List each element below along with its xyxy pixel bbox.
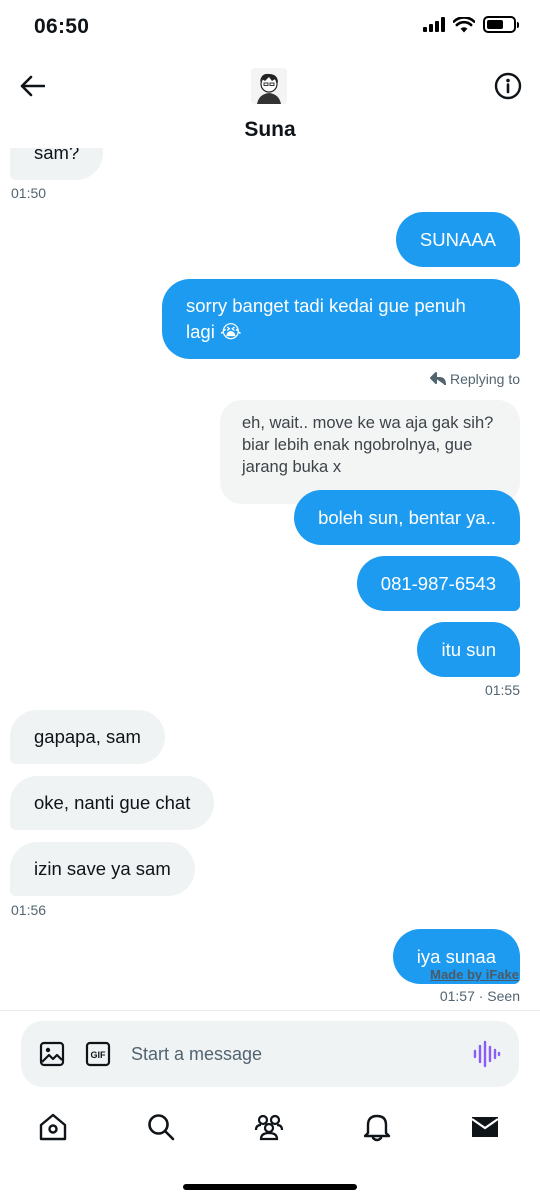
battery-level (487, 20, 504, 29)
message-text: 081-987-6543 (380, 572, 496, 594)
home-icon (39, 1113, 67, 1141)
quoted-message-text: eh, wait.. move ke wa aja gak sih? biar … (242, 414, 494, 476)
nav-messages[interactable] (468, 1110, 502, 1144)
search-icon (148, 1114, 175, 1141)
message-bubble-outgoing[interactable]: 081-987-6543 (356, 556, 520, 611)
message-bubble-incoming[interactable]: gapapa, sam (10, 710, 165, 764)
voice-waveform-icon (473, 1040, 501, 1068)
wifi-icon (453, 16, 475, 32)
replying-to-label[interactable]: Replying to (429, 371, 520, 387)
composer-divider (0, 1010, 540, 1011)
voice-message-button[interactable] (471, 1039, 501, 1069)
nav-home[interactable] (36, 1110, 70, 1144)
message-bubble-outgoing[interactable]: sorry banget tadi kedai gue penuh lagi 😭 (162, 279, 520, 359)
message-timestamp: 01:55 (484, 682, 520, 698)
arrow-left-icon (20, 75, 45, 97)
message-text: izin save ya sam (34, 858, 171, 879)
message-text: iya sunaa (416, 945, 496, 967)
add-photo-button[interactable] (39, 1041, 65, 1067)
reply-arrow-icon (429, 372, 446, 386)
status-icons (423, 16, 519, 33)
message-bubble-outgoing[interactable]: itu sun (417, 622, 520, 677)
message-timestamp: 01:56 (11, 902, 47, 918)
message-timestamp: 01:57 · Seen (439, 988, 520, 1004)
avatar-illustration (251, 68, 287, 104)
cellular-signal-icon (423, 17, 445, 32)
replying-to-text: Replying to (449, 371, 520, 387)
message-text: boleh sun, bentar ya.. (318, 506, 496, 528)
nav-communities[interactable] (252, 1110, 286, 1144)
message-bubble-incoming[interactable]: sam? (10, 148, 104, 180)
message-bubble-incoming[interactable]: oke, nanti gue chat (10, 776, 215, 830)
message-text: sorry banget tadi kedai gue penuh lagi 😭 (186, 295, 466, 342)
home-indicator (183, 1184, 357, 1190)
message-text: sam? (34, 148, 80, 163)
status-bar: 06:50 (0, 0, 540, 54)
message-list[interactable]: sam? 01:50 SUNAAA sorry banget tadi keda… (0, 148, 540, 1010)
conversation-info-button[interactable] (492, 70, 524, 102)
image-icon (39, 1041, 65, 1067)
message-text: itu sun (441, 638, 496, 660)
envelope-icon (471, 1117, 499, 1137)
message-text: oke, nanti gue chat (34, 792, 191, 813)
message-bubble-outgoing[interactable]: boleh sun, bentar ya.. (294, 490, 520, 545)
conversation-header: Suna (0, 54, 540, 150)
add-gif-button[interactable]: GIF (85, 1041, 111, 1067)
svg-text:GIF: GIF (91, 1050, 107, 1060)
avatar[interactable] (251, 68, 287, 104)
info-icon (494, 72, 522, 100)
message-timestamp: 01:50 (11, 185, 47, 201)
quoted-message[interactable]: eh, wait.. move ke wa aja gak sih? biar … (220, 400, 520, 504)
gif-icon: GIF (85, 1041, 111, 1067)
message-text: gapapa, sam (34, 726, 141, 747)
message-bubble-incoming[interactable]: izin save ya sam (10, 842, 195, 896)
bottom-navigation (0, 1100, 540, 1154)
contact-name[interactable]: Suna (0, 118, 540, 142)
battery-icon (483, 16, 519, 33)
message-bubble-outgoing[interactable]: SUNAAA (395, 212, 520, 267)
communities-icon (254, 1114, 284, 1141)
message-composer: GIF (21, 1021, 519, 1087)
back-button[interactable] (16, 70, 48, 102)
status-time: 06:50 (34, 15, 90, 38)
nav-search[interactable] (144, 1110, 178, 1144)
message-input[interactable] (131, 1034, 461, 1074)
bell-icon (363, 1114, 391, 1142)
message-text: SUNAAA (419, 228, 496, 250)
watermark: Made by iFake (430, 967, 519, 982)
nav-notifications[interactable] (360, 1110, 394, 1144)
